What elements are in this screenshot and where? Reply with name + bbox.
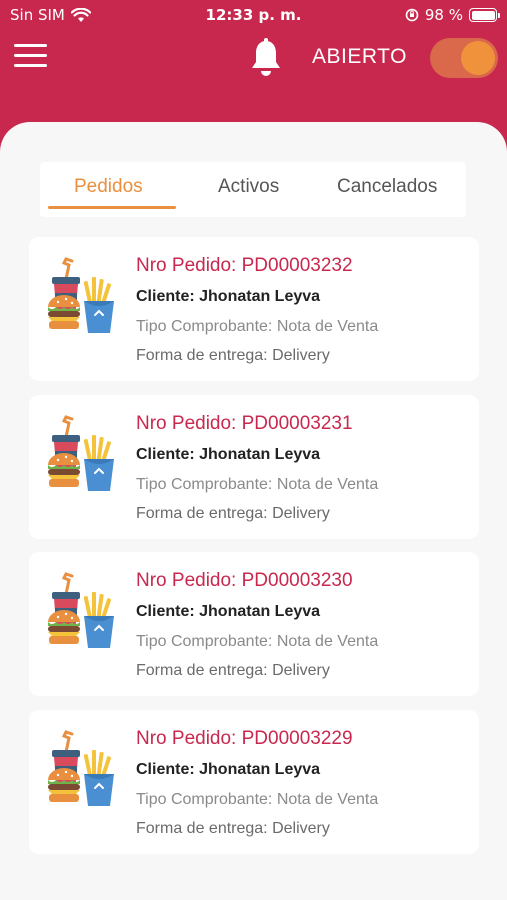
order-number: Nro Pedido: PD00003231 xyxy=(136,413,353,434)
fast-food-icon xyxy=(46,415,118,495)
store-status-label: ABIERTO xyxy=(312,45,407,68)
fast-food-icon xyxy=(46,572,118,652)
hamburger-icon xyxy=(14,44,47,47)
order-card[interactable]: Nro Pedido: PD00003231 Cliente: Jhonatan … xyxy=(29,395,479,539)
order-delivery-method: Forma de entrega: Delivery xyxy=(136,662,330,679)
order-card[interactable]: Nro Pedido: PD00003232 Cliente: Jhonatan … xyxy=(29,237,479,381)
tab-pedidos[interactable]: Pedidos xyxy=(74,176,143,198)
order-number: Nro Pedido: PD00003230 xyxy=(136,570,353,591)
order-number: Nro Pedido: PD00003232 xyxy=(136,255,353,276)
active-tab-indicator xyxy=(48,206,176,209)
order-delivery-method: Forma de entrega: Delivery xyxy=(136,820,330,837)
toggle-knob xyxy=(461,41,495,75)
order-receipt-type: Tipo Comprobante: Nota de Venta xyxy=(136,318,379,335)
status-bar: Sin SIM 12:33 p. m. 98 % xyxy=(0,0,507,30)
order-client: Cliente: Jhonatan Leyva xyxy=(136,446,321,463)
fast-food-icon xyxy=(46,257,118,337)
battery-icon xyxy=(469,8,500,22)
order-delivery-method: Forma de entrega: Delivery xyxy=(136,347,330,364)
order-client: Cliente: Jhonatan Leyva xyxy=(136,603,321,620)
order-client: Cliente: Jhonatan Leyva xyxy=(136,288,321,305)
order-tabs: Pedidos Activos Cancelados xyxy=(40,162,466,217)
app-header: ABIERTO xyxy=(0,30,507,88)
fast-food-icon xyxy=(46,730,118,810)
store-open-toggle[interactable] xyxy=(430,38,498,78)
tab-cancelados[interactable]: Cancelados xyxy=(337,176,437,198)
order-receipt-type: Tipo Comprobante: Nota de Venta xyxy=(136,633,379,650)
order-client: Cliente: Jhonatan Leyva xyxy=(136,761,321,778)
order-number: Nro Pedido: PD00003229 xyxy=(136,728,353,749)
order-card[interactable]: Nro Pedido: PD00003230 Cliente: Jhonatan … xyxy=(29,552,479,696)
order-receipt-type: Tipo Comprobante: Nota de Venta xyxy=(136,476,379,493)
battery-percent: 98 % xyxy=(424,6,463,24)
bell-icon[interactable] xyxy=(248,38,284,78)
status-right: 98 % xyxy=(405,6,500,24)
order-card[interactable]: Nro Pedido: PD00003229 Cliente: Jhonatan … xyxy=(29,710,479,854)
order-delivery-method: Forma de entrega: Delivery xyxy=(136,505,330,522)
order-receipt-type: Tipo Comprobante: Nota de Venta xyxy=(136,791,379,808)
menu-button[interactable] xyxy=(14,44,47,70)
orientation-lock-icon xyxy=(405,8,419,22)
tab-activos[interactable]: Activos xyxy=(218,176,279,198)
